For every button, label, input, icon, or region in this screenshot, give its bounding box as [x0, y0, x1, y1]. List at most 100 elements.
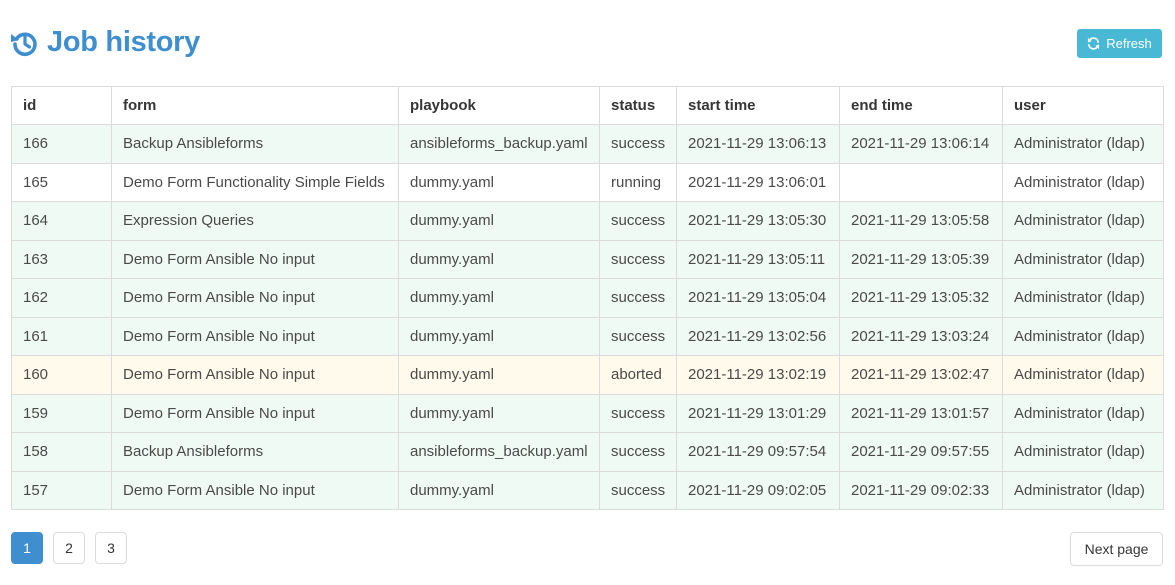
table-row[interactable]: 165 Demo Form Functionality Simple Fields…	[11, 162, 1164, 202]
cell-playbook: dummy.yaml	[398, 278, 600, 318]
table-row[interactable]: 164 Expression Queries dummy.yaml success 20…	[11, 201, 1164, 241]
cell-id: 161	[11, 316, 112, 356]
cell-status: success	[599, 393, 677, 433]
cell-user: Administrator (ldap)	[1002, 201, 1164, 241]
pagination: 1 2 3	[11, 532, 137, 564]
cell-status: success	[599, 316, 677, 356]
page-title-text: Job history	[47, 26, 200, 58]
cell-status: success	[599, 201, 677, 241]
cell-id: 165	[11, 162, 112, 202]
next-page-button[interactable]: Next page	[1070, 532, 1163, 566]
cell-playbook: dummy.yaml	[398, 470, 600, 510]
table-row[interactable]: 159 Demo Form Ansible No input dummy.yaml s…	[11, 393, 1164, 433]
column-header-end-time[interactable]: end time	[839, 86, 1003, 125]
table-row[interactable]: 166 Backup Ansibleforms ansibleforms_backu…	[11, 124, 1164, 164]
cell-form: Demo Form Ansible No input	[111, 393, 399, 433]
cell-start-time: 2021-11-29 13:02:19	[676, 355, 840, 395]
cell-user: Administrator (ldap)	[1002, 393, 1164, 433]
column-header-playbook[interactable]: playbook	[398, 86, 600, 125]
cell-user: Administrator (ldap)	[1002, 239, 1164, 279]
cell-status: success	[599, 239, 677, 279]
cell-form: Demo Form Ansible No input	[111, 355, 399, 395]
cell-id: 166	[11, 124, 112, 164]
cell-start-time: 2021-11-29 13:05:04	[676, 278, 840, 318]
cell-end-time: 2021-11-29 13:05:58	[839, 201, 1003, 241]
cell-playbook: ansibleforms_backup.yaml	[398, 432, 600, 472]
cell-user: Administrator (ldap)	[1002, 470, 1164, 510]
cell-form: Backup Ansibleforms	[111, 432, 399, 472]
cell-id: 164	[11, 201, 112, 241]
page-header: Job history Refresh	[10, 26, 1162, 66]
cell-playbook: dummy.yaml	[398, 355, 600, 395]
cell-playbook: dummy.yaml	[398, 162, 600, 202]
cell-start-time: 2021-11-29 13:02:56	[676, 316, 840, 356]
cell-end-time: 2021-11-29 13:05:32	[839, 278, 1003, 318]
cell-end-time: 2021-11-29 09:02:33	[839, 470, 1003, 510]
cell-playbook: dummy.yaml	[398, 316, 600, 356]
cell-start-time: 2021-11-29 13:06:01	[676, 162, 840, 202]
page-button-1[interactable]: 1	[11, 532, 43, 564]
cell-id: 160	[11, 355, 112, 395]
column-header-start-time[interactable]: start time	[676, 86, 840, 125]
cell-user: Administrator (ldap)	[1002, 124, 1164, 164]
cell-user: Administrator (ldap)	[1002, 316, 1164, 356]
table-row[interactable]: 162 Demo Form Ansible No input dummy.yaml s…	[11, 278, 1164, 318]
cell-form: Demo Form Ansible No input	[111, 278, 399, 318]
column-header-status[interactable]: status	[599, 86, 677, 125]
cell-id: 163	[11, 239, 112, 279]
cell-id: 158	[11, 432, 112, 472]
column-header-form[interactable]: form	[111, 86, 399, 125]
cell-start-time: 2021-11-29 13:01:29	[676, 393, 840, 433]
cell-id: 157	[11, 470, 112, 510]
cell-end-time	[839, 162, 1003, 202]
cell-form: Demo Form Ansible No input	[111, 239, 399, 279]
cell-form: Expression Queries	[111, 201, 399, 241]
cell-user: Administrator (ldap)	[1002, 278, 1164, 318]
cell-start-time: 2021-11-29 09:02:05	[676, 470, 840, 510]
cell-playbook: ansibleforms_backup.yaml	[398, 124, 600, 164]
cell-status: success	[599, 470, 677, 510]
cell-form: Demo Form Ansible No input	[111, 470, 399, 510]
table-row[interactable]: 163 Demo Form Ansible No input dummy.yaml s…	[11, 239, 1164, 279]
history-icon	[10, 28, 40, 58]
page-button-3[interactable]: 3	[95, 532, 127, 564]
cell-user: Administrator (ldap)	[1002, 355, 1164, 395]
cell-start-time: 2021-11-29 13:06:13	[676, 124, 840, 164]
cell-end-time: 2021-11-29 13:05:39	[839, 239, 1003, 279]
page-title: Job history	[10, 26, 200, 59]
cell-end-time: 2021-11-29 13:01:57	[839, 393, 1003, 433]
cell-end-time: 2021-11-29 13:03:24	[839, 316, 1003, 356]
table-row[interactable]: 161 Demo Form Ansible No input dummy.yaml s…	[11, 316, 1164, 356]
table-row[interactable]: 158 Backup Ansibleforms ansibleforms_backu…	[11, 432, 1164, 472]
cell-form: Backup Ansibleforms	[111, 124, 399, 164]
cell-form: Demo Form Ansible No input	[111, 316, 399, 356]
cell-start-time: 2021-11-29 09:57:54	[676, 432, 840, 472]
table-header-row: id form playbook status start time end t…	[11, 86, 1164, 125]
refresh-button[interactable]: Refresh	[1077, 29, 1162, 58]
cell-status: aborted	[599, 355, 677, 395]
table-row[interactable]: 157 Demo Form Ansible No input dummy.yaml s…	[11, 470, 1164, 510]
cell-status: success	[599, 278, 677, 318]
cell-user: Administrator (ldap)	[1002, 432, 1164, 472]
column-header-id[interactable]: id	[11, 86, 112, 125]
refresh-icon	[1087, 37, 1100, 50]
cell-end-time: 2021-11-29 13:06:14	[839, 124, 1003, 164]
cell-playbook: dummy.yaml	[398, 239, 600, 279]
cell-status: success	[599, 124, 677, 164]
refresh-button-label: Refresh	[1106, 36, 1152, 51]
cell-playbook: dummy.yaml	[398, 201, 600, 241]
cell-user: Administrator (ldap)	[1002, 162, 1164, 202]
cell-form: Demo Form Functionality Simple Fields	[111, 162, 399, 202]
cell-playbook: dummy.yaml	[398, 393, 600, 433]
cell-start-time: 2021-11-29 13:05:30	[676, 201, 840, 241]
cell-start-time: 2021-11-29 13:05:11	[676, 239, 840, 279]
page-button-2[interactable]: 2	[53, 532, 85, 564]
column-header-user[interactable]: user	[1002, 86, 1164, 125]
cell-status: running	[599, 162, 677, 202]
cell-status: success	[599, 432, 677, 472]
table-row[interactable]: 160 Demo Form Ansible No input dummy.yaml a…	[11, 355, 1164, 395]
cell-id: 162	[11, 278, 112, 318]
cell-end-time: 2021-11-29 09:57:55	[839, 432, 1003, 472]
cell-id: 159	[11, 393, 112, 433]
job-history-table: id form playbook status start time end t…	[11, 86, 1164, 510]
